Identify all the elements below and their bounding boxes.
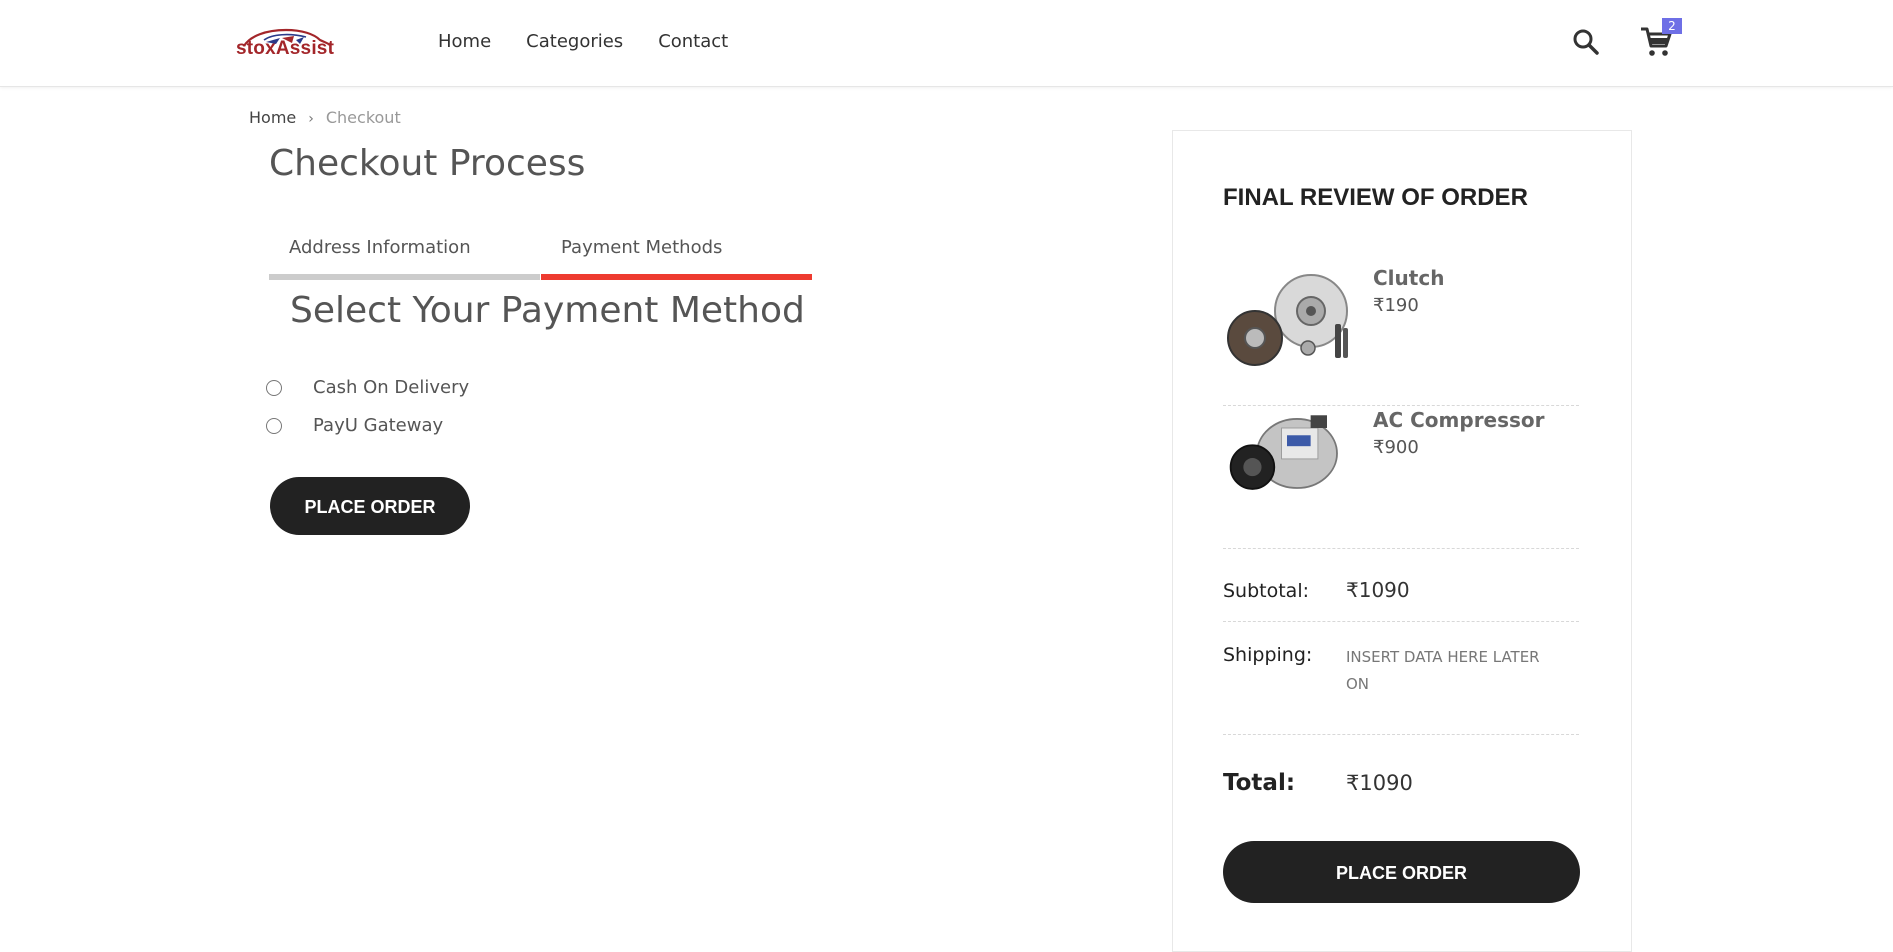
item-price: ₹900 (1373, 437, 1419, 458)
subtotal-label: Subtotal: (1223, 580, 1310, 602)
total-value: ₹1090 (1346, 771, 1413, 795)
breadcrumb-current: Checkout (325, 108, 401, 127)
nav-categories[interactable]: Categories (526, 31, 623, 52)
logo-text[interactable]: stoxAssist (236, 38, 334, 60)
breadcrumb-separator: › (308, 111, 314, 127)
payu-label: PayU Gateway (313, 415, 444, 436)
divider (1223, 548, 1579, 549)
ac-compressor-image (1229, 415, 1338, 490)
payment-option-payu[interactable]: PayU Gateway (266, 415, 443, 436)
shipping-value: INSERT DATA HERE LATER ON (1346, 648, 1540, 693)
item-price: ₹190 (1373, 295, 1419, 316)
tab-payment-methods[interactable]: Payment Methods (541, 232, 812, 280)
clutch-image (1227, 274, 1348, 366)
total-label: Total: (1223, 770, 1296, 796)
divider (1223, 734, 1579, 735)
cod-radio[interactable] (266, 379, 282, 396)
order-review-panel (1172, 130, 1632, 952)
item-name: AC Compressor (1373, 408, 1545, 432)
tab-payment-label: Payment Methods (561, 237, 723, 258)
breadcrumb-home[interactable]: Home (249, 108, 296, 127)
page-title: Checkout Process (269, 143, 586, 184)
review-place-order-button[interactable]: PLACE ORDER (1223, 841, 1580, 903)
tab-address-information[interactable]: Address Information (269, 232, 540, 280)
section-title: Select Your Payment Method (290, 290, 805, 331)
subtotal-value: ₹1090 (1346, 578, 1410, 602)
cod-label: Cash On Delivery (313, 377, 470, 398)
nav-contact[interactable]: Contact (658, 31, 728, 52)
checkout-tabs: Address Information Payment Methods (269, 232, 812, 280)
nav-home[interactable]: Home (438, 31, 491, 52)
payment-option-cod[interactable]: Cash On Delivery (266, 377, 469, 398)
site-header: stoxAssist Home Categories Contact 2 (0, 0, 1893, 87)
review-title: FINAL REVIEW OF ORDER (1223, 184, 1528, 211)
item-name: Clutch (1373, 266, 1445, 290)
main-nav: Home Categories Contact (438, 31, 763, 52)
breadcrumb: Home › Checkout (249, 108, 401, 127)
tab-address-progress-bar (269, 274, 540, 280)
cart-count-badge: 2 (1662, 18, 1682, 34)
place-order-button[interactable]: PLACE ORDER (270, 477, 470, 535)
payu-radio[interactable] (266, 417, 282, 434)
divider (1223, 621, 1579, 622)
search-icon[interactable] (1572, 28, 1600, 56)
divider (1223, 405, 1579, 406)
tab-address-label: Address Information (289, 237, 471, 258)
tab-payment-progress-bar (541, 274, 812, 280)
shipping-label: Shipping: (1223, 644, 1313, 666)
